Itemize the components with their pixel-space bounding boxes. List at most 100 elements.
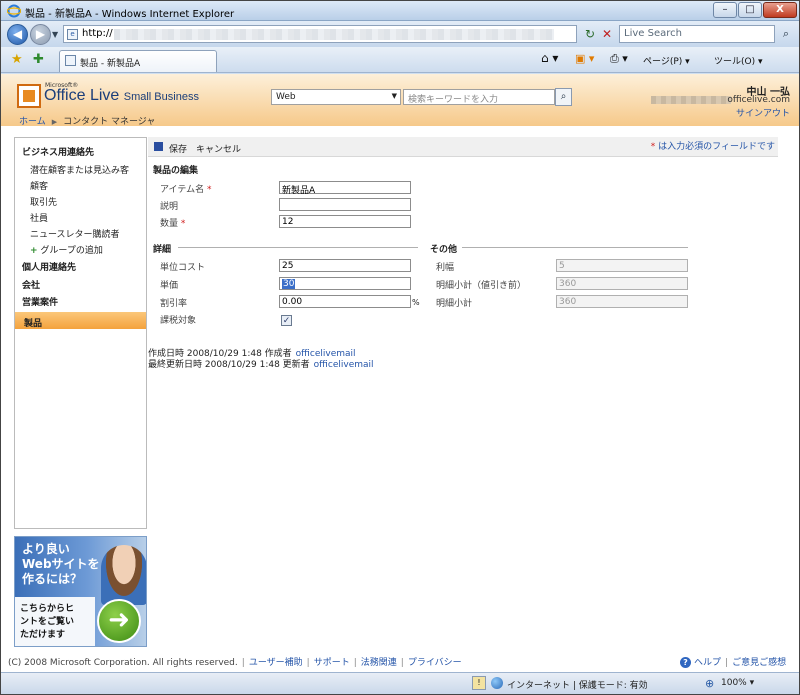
quantity-input[interactable]: 12 [279,215,411,228]
promo-banner[interactable]: より良い Webサイトを 作るには？ こちらからヒ ントをご覧い ただけます ➜ [14,536,147,647]
ie-logo-icon [7,4,21,18]
footer-help: ? ヘルプ | ご意見ご感想 [680,655,786,668]
sidebar-heading-business[interactable]: ビジネス用連絡先 [22,145,94,158]
sidebar-item-customers[interactable]: 顧客 [30,179,48,192]
refresh-icon[interactable]: ↻ [581,25,599,43]
sidebar-item-products[interactable]: 製品 [15,312,146,329]
promo-sub-3: ただけます [20,630,66,640]
stop-icon[interactable]: ✕ [598,25,616,43]
promo-line-1: より良い [22,542,70,556]
home-icon[interactable]: ⌂ ▾ [541,51,558,65]
address-url: http:// [82,28,113,39]
zoom-level[interactable]: 100% ▾ [721,678,754,688]
security-zone[interactable]: インターネット | 保護モード: 有効 [507,678,648,691]
address-input[interactable]: e http:// ▼ [63,25,636,43]
tab-label: 製品 - 新製品A [80,59,141,69]
edit-section-title: 製品の編集 [153,166,199,176]
breadcrumb-home[interactable]: ホーム [19,117,46,127]
site-search-input[interactable]: 検索キーワードを入力 [403,89,555,105]
sidebar-products-label: 製品 [24,319,43,329]
address-redacted [114,29,554,40]
save-icon[interactable] [154,142,163,151]
page-icon [65,55,76,66]
footer-link-legal[interactable]: 法務関連 [361,658,397,668]
discount-input[interactable]: 0.00 [279,295,411,308]
close-window-button[interactable]: X [763,2,797,18]
sidebar-item-subscribers[interactable]: ニュースレター購読者 [30,227,120,240]
item-name-input[interactable]: 新製品A [279,181,411,196]
sidebar-item-prospects[interactable]: 潜在顧客または見込み客 [30,163,129,176]
plus-icon: + [30,246,38,256]
feedback-link[interactable]: ご意見ご感想 [732,658,786,668]
feeds-icon[interactable]: ▣ ▾ [575,52,594,65]
forward-button[interactable]: ▶ [30,24,51,45]
zoom-value: 100% [721,678,747,688]
zoom-icon[interactable]: ⊕ [705,677,714,690]
back-button[interactable]: ◀ [7,24,28,45]
maximize-button[interactable]: □ [738,2,762,18]
print-icon[interactable]: ⎙ ▾ [610,52,628,66]
sidebar-heading-personal[interactable]: 個人用連絡先 [22,260,76,273]
sidebar-item-partners[interactable]: 取引先 [30,195,57,208]
taxable-checkbox[interactable]: ✓ [281,315,292,326]
subtotal-pre-discount-label: 明細小計（値引き前） [436,281,527,291]
subtotal-label: 明細小計 [436,299,473,309]
updated-info: 最終更新日時 2008/10/29 1:48 更新者 officelivemail [148,357,374,370]
discount-label: 割引率 [160,299,188,309]
promo-line-2: Webサイトを [22,557,100,571]
office-logo-icon [17,84,41,108]
footer-link-accessibility[interactable]: ユーザー補助 [249,658,303,668]
site-header: Microsoft® Office Live Small Business We… [1,74,799,127]
signout-link[interactable]: サインアウト [736,106,790,119]
help-icon: ? [680,657,691,668]
sidebar: ビジネス用連絡先 潜在顧客または見込み客 顧客 取引先 社員 ニュースレター購読… [14,137,147,529]
unit-cost-label: 単位コスト [160,263,206,273]
unit-cost-input[interactable]: 25 [279,259,411,272]
tab-product[interactable]: 製品 - 新製品A [59,50,217,72]
product-edit-form: 保存 キャンセル * は入力必須のフィールドです 製品の編集 アイテム名 * 新… [148,137,778,637]
details-divider [178,247,418,248]
description-label: 説明 [160,202,179,212]
margin-label: 利幅 [436,263,455,273]
favorites-star-icon[interactable]: ★ [11,52,23,67]
search-icon[interactable]: ⌕ [777,25,795,43]
sidebar-heading-deals[interactable]: 営業案件 [22,295,58,308]
add-group-label: グループの追加 [40,246,103,256]
search-icon[interactable]: ⌕ [555,88,572,106]
user-id-redacted [651,96,731,104]
product-name-main: Office Live [44,87,120,104]
copyright: (C) 2008 Microsoft Corporation. All righ… [8,658,238,668]
cancel-button[interactable]: キャンセル [196,142,241,155]
search-scope-select[interactable]: Web ▼ [271,89,401,105]
sidebar-add-group[interactable]: + グループの追加 [30,243,103,256]
save-button[interactable]: 保存 [169,142,187,155]
sidebar-heading-company[interactable]: 会社 [22,278,40,291]
footer-link-privacy[interactable]: プライバシー [408,658,462,668]
security-icon[interactable]: ! [472,676,486,690]
tools-menu[interactable]: ツール(O) ▾ [714,54,763,67]
promo-sub-2: ントをご覧い [20,617,75,627]
footer-links: (C) 2008 Microsoft Corporation. All righ… [8,658,462,668]
sidebar-item-employees[interactable]: 社員 [30,211,48,224]
promo-line-3: 作るには？ [22,572,83,586]
recent-pages-dropdown-icon[interactable]: ▼ [52,30,58,39]
footer-link-support[interactable]: サポート [314,658,350,668]
unit-price-input[interactable]: 30 [279,277,411,290]
updated-by-link[interactable]: officelivemail [314,360,374,370]
description-input[interactable] [279,198,411,211]
subtotal-pre-discount-field: 360 [556,277,688,290]
command-bar: ★ ✚ 製品 - 新製品A ⌂ ▾ ▣ ▾ ⎙ ▾ ページ(P) ▾ ツール(O… [1,47,799,73]
page-menu[interactable]: ページ(P) ▾ [643,54,690,67]
page-icon: e [67,29,78,40]
live-search-input[interactable]: Live Search [619,25,775,43]
globe-icon [491,677,503,689]
add-favorite-icon[interactable]: ✚ [33,52,44,67]
form-toolbar: 保存 キャンセル * は入力必須のフィールドです [148,137,778,157]
required-star: * [206,185,212,195]
help-link[interactable]: ヘルプ [694,658,721,668]
browser-window: 製品 - 新製品A - Windows Internet Explorer – … [0,0,800,695]
minimize-button[interactable]: – [713,2,737,18]
status-bar: ! インターネット | 保護モード: 有効 ⊕ 100% ▾ [1,672,799,694]
quantity-label: 数量 * [160,216,185,229]
breadcrumb: ホーム ▶ コンタクト マネージャ [19,114,155,127]
